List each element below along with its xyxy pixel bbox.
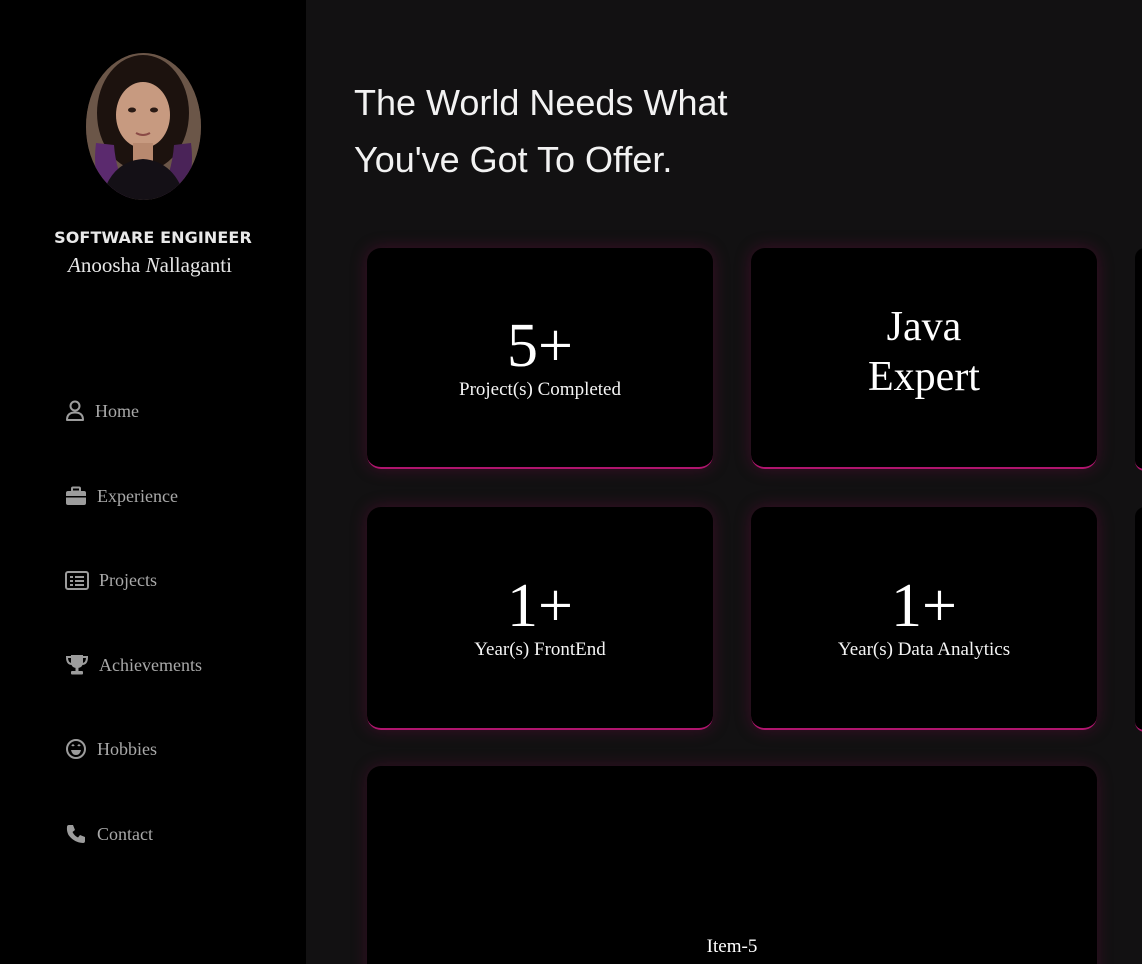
stat-value: 1+	[507, 571, 573, 640]
offscreen-card	[1135, 248, 1142, 471]
nav-label-achievements: Achievements	[99, 654, 202, 675]
avatar	[86, 53, 201, 200]
stat-card-java: Java Expert	[751, 248, 1097, 469]
name-last-initial: N	[145, 253, 160, 277]
user-icon	[66, 400, 84, 421]
stat-label: Project(s) Completed	[459, 378, 621, 400]
nav-item-experience[interactable]: Experience	[65, 483, 178, 509]
name-first-rest: noosha	[80, 253, 141, 277]
headline-line-2: You've Got To Offer.	[354, 139, 673, 180]
nav-label-projects: Projects	[99, 569, 157, 590]
stat-label: Year(s) FrontEnd	[474, 638, 606, 660]
nav-item-achievements[interactable]: Achievements	[65, 652, 202, 678]
stat-value: 5+	[507, 311, 573, 380]
nav-item-contact[interactable]: Contact	[65, 821, 153, 847]
sidebar: SOFTWARE ENGINEER Anoosha Nallaganti Hom…	[0, 0, 306, 964]
trophy-icon	[65, 655, 89, 675]
nav-label-experience: Experience	[97, 485, 178, 506]
nav-item-hobbies[interactable]: Hobbies	[65, 736, 157, 762]
briefcase-icon	[66, 486, 86, 505]
person-name: Anoosha Nallaganti	[0, 253, 300, 278]
stat-card-projects: 5+ Project(s) Completed	[367, 248, 713, 469]
stat-label: Year(s) Data Analytics	[837, 638, 1011, 660]
nav-item-projects[interactable]: Projects	[65, 567, 157, 593]
page-headline: The World Needs What You've Got To Offer.	[354, 74, 794, 188]
phone-icon	[66, 825, 85, 843]
nav-item-home[interactable]: Home	[65, 398, 139, 424]
headline-line-1: The World Needs What	[354, 82, 728, 123]
nav-label-contact: Contact	[97, 823, 153, 844]
role-title: SOFTWARE ENGINEER	[54, 228, 252, 247]
stat-card-data-analytics: 1+ Year(s) Data Analytics	[751, 507, 1097, 730]
stat-card-frontend: 1+ Year(s) FrontEnd	[367, 507, 713, 730]
skill-line-2: Expert	[868, 353, 980, 400]
profile-photo	[86, 53, 201, 200]
smile-icon	[66, 739, 86, 759]
list-icon	[65, 570, 89, 590]
name-last-rest: allaganti	[159, 253, 232, 277]
name-first-initial: A	[68, 253, 81, 277]
nav-label-hobbies: Hobbies	[97, 738, 157, 759]
item-card-5: Item-5	[367, 766, 1097, 964]
nav-label-home: Home	[95, 400, 139, 421]
offscreen-card	[1135, 507, 1142, 732]
stat-value: 1+	[891, 571, 957, 640]
item-label: Item-5	[706, 936, 758, 957]
skill-line-1: Java	[886, 303, 962, 350]
